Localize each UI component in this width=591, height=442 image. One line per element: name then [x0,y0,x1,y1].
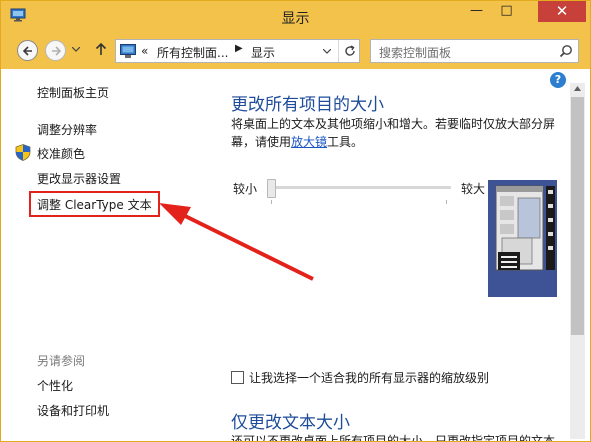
sidebar-item-adjust-resolution[interactable]: 调整分辨率 [37,121,97,138]
sidebar-item-calibrate-color[interactable]: 校准颜色 [37,145,85,162]
scrollbar-thumb[interactable] [571,97,584,335]
slider-min-label: 较小 [233,182,258,196]
breadcrumb-all-control-panel-items[interactable]: 所有控制面... [157,44,228,61]
see-also-heading: 另请参阅 [37,354,86,368]
title-bar: 显示 — □ ✕ [1,1,590,31]
sidebar-item-change-display-settings[interactable]: 更改显示器设置 [37,170,121,187]
page-title: 更改所有项目的大小 [231,95,384,115]
display-preview-image [488,180,557,297]
minimize-button[interactable]: — [463,1,490,22]
size-slider-thumb[interactable] [267,179,276,198]
arrow-left-icon [22,46,32,56]
vertical-scrollbar[interactable] [570,83,585,439]
search-box[interactable]: 搜索控制面板 [370,39,579,63]
content-pane: 控制面板主页 调整分辨率 校准颜色 更改显示器设置 调整 ClearType 文… [1,69,590,441]
custom-scaling-checkbox[interactable] [231,371,244,384]
maximize-button[interactable]: □ [493,1,520,22]
size-slider-track[interactable] [267,186,451,189]
refresh-button[interactable] [338,40,360,62]
scroll-up-arrow-icon[interactable] [574,86,581,91]
breadcrumb-display[interactable]: 显示 [251,44,275,61]
page-description: 将桌面上的文本及其他项缩小和增大。若要临时仅放大部分屏幕，请使用放大镜工具。 [231,115,561,151]
slider-tick [271,200,272,204]
annotation-arrow [159,203,314,281]
address-bar[interactable]: « 所有控制面... ▶ 显示 [115,39,360,63]
forward-button[interactable] [45,40,66,61]
window: 显示 — □ ✕ « 所有控制面... ▶ 显示 搜索控制面板 控制面板主页 调… [0,0,591,442]
magnifier-link[interactable]: 放大镜 [291,135,327,149]
search-placeholder: 搜索控制面板 [379,46,452,60]
shield-icon [15,144,31,164]
sidebar-item-personalization[interactable]: 个性化 [37,377,73,394]
breadcrumb-overflow[interactable]: « [141,44,148,58]
control-panel-icon [120,44,136,62]
address-history-chevron-icon[interactable] [323,49,331,54]
arrow-right-icon [52,46,62,56]
highlight-box [29,191,160,217]
sidebar-item-devices-and-printers[interactable]: 设备和打印机 [37,402,109,419]
close-button[interactable]: ✕ [538,1,586,22]
refresh-icon [345,45,355,56]
description-text-end: 工具。 [327,135,364,149]
custom-scaling-label[interactable]: 让我选择一个适合我的所有显示器的缩放级别 [249,369,489,386]
back-button[interactable] [17,40,38,61]
breadcrumb-separator[interactable]: ▶ [235,43,243,54]
slider-max-label: 较大 [461,182,486,196]
slider-tick [446,200,447,204]
section-title-text-size: 仅更改文本大小 [231,413,350,433]
help-icon[interactable]: ? [550,72,566,88]
search-icon[interactable] [559,44,573,58]
description-text: 将桌面上的文本及其他项缩小和增大。若要临时仅放大部分屏幕，请使用 [231,117,556,149]
up-arrow-icon[interactable] [95,42,107,56]
section-description-text-size: 还可以不更改桌面上所有项目的大小，只更改指定项目的文本 [231,434,556,441]
recent-locations-chevron-icon[interactable] [72,47,80,52]
navigation-bar: « 所有控制面... ▶ 显示 搜索控制面板 [1,31,590,69]
sidebar-item-control-panel-home[interactable]: 控制面板主页 [37,84,109,101]
